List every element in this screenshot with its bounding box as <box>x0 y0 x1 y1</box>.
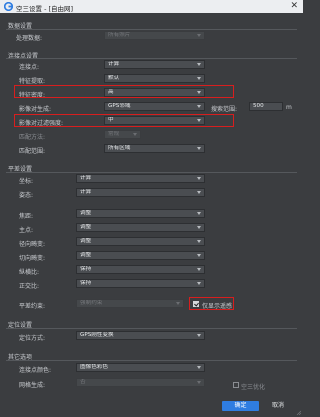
positioning-mode-label: 定位方式: <box>19 335 46 342</box>
close-icon[interactable]: ✕ <box>290 1 298 12</box>
chevron-down-icon <box>197 147 201 150</box>
search-range-label: 搜索范围: <box>211 106 238 113</box>
match-method-label: 匹配方法: <box>19 134 46 141</box>
tangential-distortion-dropdown[interactable]: 调整 <box>76 251 205 260</box>
chevron-down-icon <box>197 282 201 285</box>
chevron-down-icon <box>197 34 201 37</box>
chevron-down-icon <box>197 240 201 243</box>
feature-density-dropdown[interactable]: 高 <box>104 88 205 97</box>
skew-label: 正交比: <box>19 283 40 290</box>
chevron-down-icon <box>133 133 137 136</box>
grid-generation-dropdown[interactable]: 否 <box>76 378 205 387</box>
chevron-down-icon <box>197 226 201 229</box>
chevron-down-icon <box>197 334 201 337</box>
search-range-unit: m <box>286 104 292 111</box>
tie-point-color-label: 连接点颜色: <box>19 367 52 374</box>
principal-point-label: 主点: <box>19 227 34 234</box>
adjustment-mode-dropdown[interactable]: 强制约束 <box>76 299 184 308</box>
search-range-input[interactable]: 500 <box>249 102 283 111</box>
chevron-down-icon <box>197 381 201 384</box>
chevron-down-icon <box>197 212 201 215</box>
title-bar: 空三设置 - [自由网] ✕ <box>0 0 303 13</box>
grid-generation-label: 网格生成: <box>19 382 46 389</box>
divider <box>6 58 297 59</box>
image-pair-filter-dropdown[interactable]: 中 <box>104 116 205 125</box>
feature-density-label: 特征密度: <box>19 92 46 99</box>
processing-data-label: 处理数据: <box>16 35 43 42</box>
chevron-down-icon <box>197 105 201 108</box>
chevron-down-icon <box>197 366 201 369</box>
attitude-dropdown[interactable]: 计算 <box>76 188 205 197</box>
match-range-label: 匹配范围: <box>19 148 46 155</box>
processing-data-dropdown[interactable]: 所有照片 <box>104 31 205 40</box>
show-remote-label: 仅显示遥感 <box>202 303 233 310</box>
aspect-ratio-label: 纵横比: <box>19 269 40 276</box>
feature-extraction-dropdown[interactable]: 默认 <box>104 74 205 83</box>
show-remote-checkbox[interactable] <box>193 301 199 307</box>
chevron-down-icon <box>197 191 201 194</box>
app-logo-icon <box>4 2 13 11</box>
tie-point-dropdown[interactable]: 计算 <box>104 60 205 69</box>
divider <box>6 360 297 361</box>
optimize-checkbox[interactable] <box>233 382 239 388</box>
adjustment-mode-label: 平差约束: <box>19 303 46 310</box>
radial-distortion-dropdown[interactable]: 调整 <box>76 237 205 246</box>
image-pair-generation-label: 影像对生成: <box>19 106 52 113</box>
cancel-button[interactable]: 取消 <box>262 401 294 411</box>
chevron-down-icon <box>197 254 201 257</box>
principal-point-dropdown[interactable]: 调整 <box>76 223 205 232</box>
ok-button[interactable]: 确定 <box>222 401 259 411</box>
divider <box>6 29 297 30</box>
chevron-down-icon <box>197 119 201 122</box>
match-method-dropdown[interactable]: 常规 <box>104 130 141 139</box>
skew-dropdown[interactable]: 保持 <box>76 279 205 288</box>
chevron-down-icon <box>197 63 201 66</box>
focal-dropdown[interactable]: 调整 <box>76 209 205 218</box>
tie-point-color-dropdown[interactable]: 图像色彩色 <box>76 363 205 372</box>
chevron-down-icon <box>197 268 201 271</box>
divider <box>6 172 297 173</box>
chevron-down-icon <box>197 177 201 180</box>
chevron-down-icon <box>197 91 201 94</box>
tangential-distortion-label: 切向畸变: <box>19 255 46 262</box>
image-pair-generation-dropdown[interactable]: GPS邻域 <box>104 102 205 111</box>
chevron-down-icon <box>176 302 180 305</box>
position-label: 坐标: <box>19 178 34 185</box>
optimize-label: 空三优化 <box>241 384 266 391</box>
position-dropdown[interactable]: 计算 <box>76 174 205 183</box>
aspect-ratio-dropdown[interactable]: 保持 <box>76 265 205 274</box>
chevron-down-icon <box>197 77 201 80</box>
positioning-mode-dropdown[interactable]: GPS刚性变换 <box>76 331 205 340</box>
focal-label: 焦距: <box>19 213 34 220</box>
window-title: 空三设置 - [自由网] <box>16 5 74 13</box>
feature-extraction-label: 特征提取: <box>19 78 46 85</box>
attitude-label: 姿态: <box>19 192 34 199</box>
match-range-dropdown[interactable]: 所有区域 <box>104 144 205 153</box>
resize-grip-icon[interactable] <box>296 410 301 415</box>
radial-distortion-label: 径向畸变: <box>19 241 46 248</box>
divider <box>6 328 297 329</box>
tie-point-label: 连接点: <box>19 64 40 71</box>
image-pair-filter-label: 影像对过滤强度: <box>19 120 64 127</box>
